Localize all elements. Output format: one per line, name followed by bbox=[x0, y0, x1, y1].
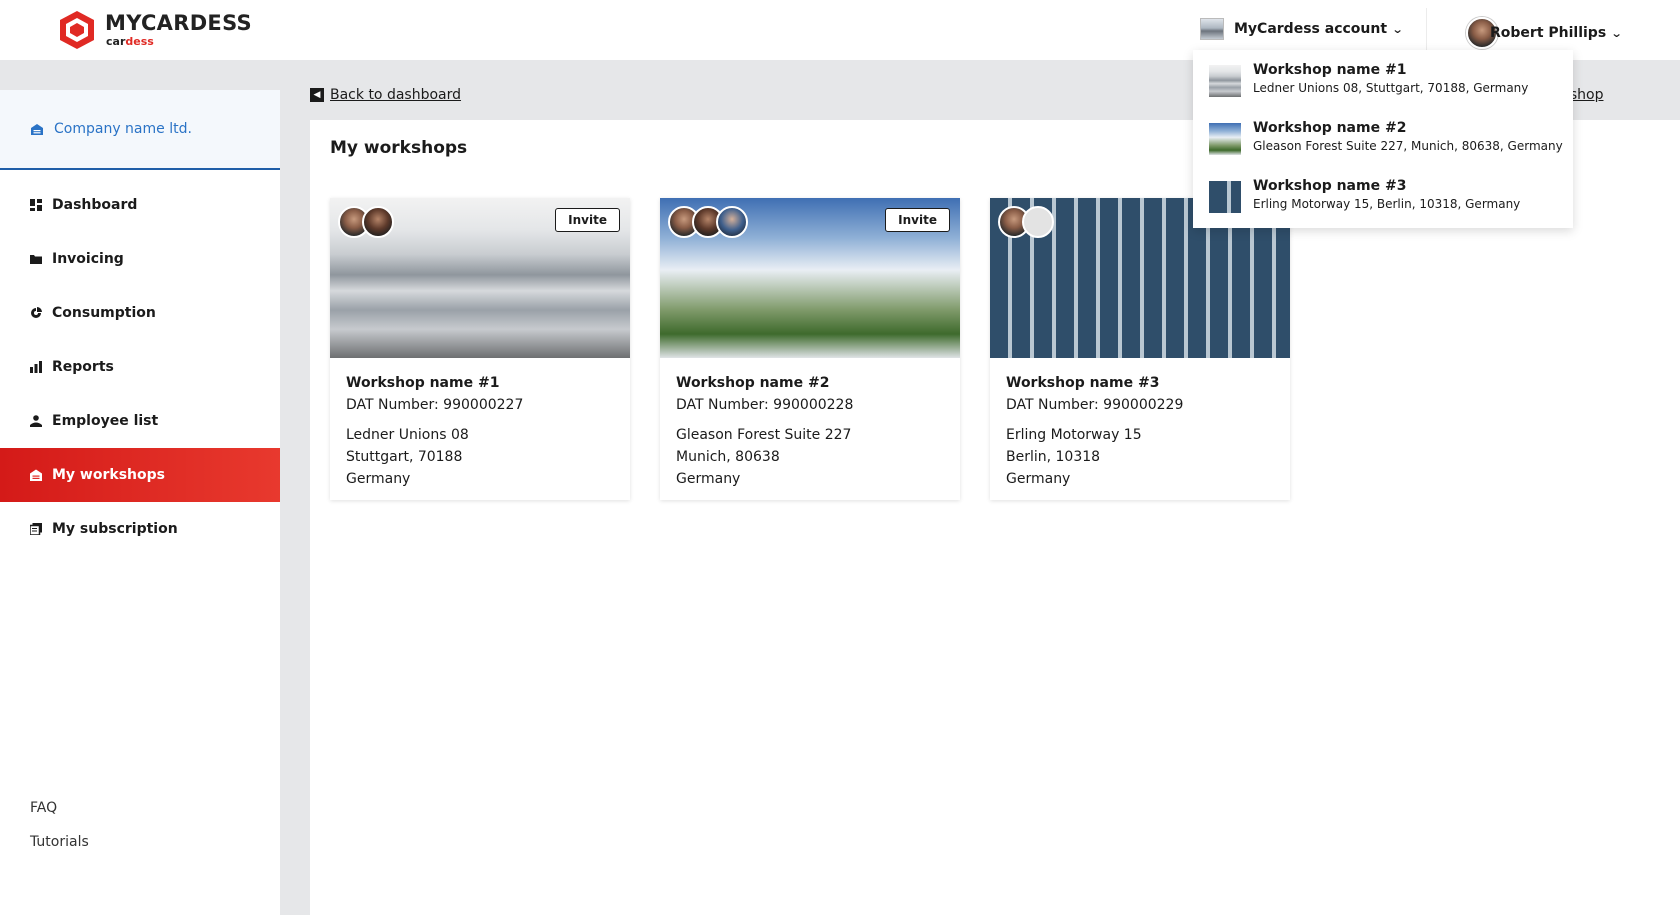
dropdown-workshop-name: Workshop name #1 bbox=[1253, 62, 1407, 78]
back-to-dashboard-link[interactable]: Back to dashboard bbox=[330, 87, 461, 103]
address-city: Stuttgart, 70188 bbox=[346, 449, 463, 465]
sidebar-item-invoicing[interactable]: Invoicing bbox=[0, 232, 280, 286]
garage-icon bbox=[31, 123, 43, 135]
header-divider bbox=[1426, 8, 1427, 52]
cardess-logo-icon bbox=[60, 11, 94, 49]
sidebar-item-label: Reports bbox=[52, 359, 114, 375]
workshop-image: Invite bbox=[330, 198, 630, 358]
dropdown-workshop-address: Ledner Unions 08, Stuttgart, 70188, Germ… bbox=[1253, 81, 1529, 95]
brand-name: MYCARDESS bbox=[105, 11, 252, 35]
address-city: Berlin, 10318 bbox=[1006, 449, 1101, 465]
dropdown-workshop-name: Workshop name #3 bbox=[1253, 178, 1407, 194]
workshop-name: Workshop name #2 bbox=[676, 375, 830, 391]
member-avatars bbox=[338, 206, 394, 238]
workshop-thumbnail bbox=[1209, 123, 1241, 155]
dropdown-item-workshop-3[interactable]: Workshop name #3 Erling Motorway 15, Ber… bbox=[1193, 174, 1573, 232]
account-menu-button[interactable]: MyCardess account ⌄ bbox=[1200, 18, 1404, 40]
account-dropdown: Workshop name #1 Ledner Unions 08, Stutt… bbox=[1193, 50, 1573, 228]
workshop-name: Workshop name #1 bbox=[346, 375, 500, 391]
member-avatars bbox=[668, 206, 748, 238]
sidebar-item-label: Dashboard bbox=[52, 197, 138, 213]
chevron-left-icon: ◀ bbox=[310, 88, 324, 102]
user-name: Robert Phillips bbox=[1490, 25, 1607, 41]
address-country: Germany bbox=[346, 471, 411, 487]
sidebar-item-label: Consumption bbox=[52, 305, 156, 321]
sidebar-item-label: Invoicing bbox=[52, 251, 124, 267]
brand-sub-b: dess bbox=[125, 35, 154, 48]
workshop-card[interactable]: Workshop name #3 DAT Number: 990000229 E… bbox=[990, 198, 1290, 500]
sidebar: Company name ltd. Dashboard Invoicing Co… bbox=[0, 90, 280, 915]
dat-number: DAT Number: 990000227 bbox=[346, 397, 524, 413]
company-selector[interactable]: Company name ltd. bbox=[0, 90, 280, 170]
chevron-down-icon: ⌄ bbox=[1610, 26, 1623, 40]
page-title: My workshops bbox=[330, 138, 468, 158]
workshop-cards: Invite Workshop name #1 DAT Number: 9900… bbox=[330, 198, 1320, 500]
account-thumbnail bbox=[1200, 18, 1224, 40]
address-street: Ledner Unions 08 bbox=[346, 427, 469, 443]
dropdown-workshop-address: Erling Motorway 15, Berlin, 10318, Germa… bbox=[1253, 197, 1521, 211]
workshop-card[interactable]: Invite Workshop name #1 DAT Number: 9900… bbox=[330, 198, 630, 500]
person-icon bbox=[30, 415, 42, 427]
sidebar-item-consumption[interactable]: Consumption bbox=[0, 286, 280, 340]
dropdown-item-workshop-2[interactable]: Workshop name #2 Gleason Forest Suite 22… bbox=[1193, 116, 1573, 174]
dropdown-workshop-address: Gleason Forest Suite 227, Munich, 80638,… bbox=[1253, 139, 1563, 153]
user-menu-button[interactable]: Robert Phillips ⌄ bbox=[1466, 17, 1623, 49]
faq-link[interactable]: FAQ bbox=[30, 800, 89, 816]
sidebar-nav: Dashboard Invoicing Consumption Reports … bbox=[0, 178, 280, 556]
bar-chart-icon bbox=[30, 361, 42, 373]
member-avatars bbox=[998, 206, 1054, 238]
invite-button[interactable]: Invite bbox=[885, 208, 950, 232]
folder-icon bbox=[30, 255, 42, 264]
avatar bbox=[362, 206, 394, 238]
subscription-icon bbox=[30, 523, 42, 535]
dat-number: DAT Number: 990000228 bbox=[676, 397, 854, 413]
brand-logo[interactable]: MYCARDESS cardess bbox=[58, 10, 252, 50]
sidebar-item-label: My subscription bbox=[52, 521, 178, 537]
sidebar-footer-links: FAQ Tutorials bbox=[30, 800, 89, 868]
address-country: Germany bbox=[676, 471, 741, 487]
workshop-image: Invite bbox=[660, 198, 960, 358]
sidebar-item-employee-list[interactable]: Employee list bbox=[0, 394, 280, 448]
brand-sub-a: car bbox=[106, 35, 126, 48]
avatar bbox=[716, 206, 748, 238]
company-name: Company name ltd. bbox=[54, 121, 192, 137]
sidebar-item-reports[interactable]: Reports bbox=[0, 340, 280, 394]
address-city: Munich, 80638 bbox=[676, 449, 780, 465]
workshop-card[interactable]: Invite Workshop name #2 DAT Number: 9900… bbox=[660, 198, 960, 500]
chevron-down-icon: ⌄ bbox=[1391, 22, 1404, 36]
address-street: Gleason Forest Suite 227 bbox=[676, 427, 852, 443]
dashboard-icon bbox=[30, 199, 42, 211]
sidebar-item-label: Employee list bbox=[52, 413, 159, 429]
tutorials-link[interactable]: Tutorials bbox=[30, 834, 89, 850]
workshop-thumbnail bbox=[1209, 181, 1241, 213]
garage-icon bbox=[30, 469, 42, 481]
sidebar-item-label: My workshops bbox=[52, 467, 165, 483]
consumption-icon bbox=[31, 307, 42, 318]
brand-subname: cardess bbox=[106, 36, 252, 47]
sidebar-item-my-subscription[interactable]: My subscription bbox=[0, 502, 280, 556]
invite-button[interactable]: Invite bbox=[555, 208, 620, 232]
account-label: MyCardess account bbox=[1234, 21, 1388, 37]
dropdown-workshop-name: Workshop name #2 bbox=[1253, 120, 1407, 136]
workshop-name: Workshop name #3 bbox=[1006, 375, 1160, 391]
main-panel: My workshops Invite Workshop name #1 DAT… bbox=[310, 120, 1680, 915]
avatar-placeholder-icon bbox=[1022, 206, 1054, 238]
dat-number: DAT Number: 990000229 bbox=[1006, 397, 1184, 413]
sidebar-item-my-workshops[interactable]: My workshops bbox=[0, 448, 280, 502]
sidebar-item-dashboard[interactable]: Dashboard bbox=[0, 178, 280, 232]
workshop-thumbnail bbox=[1209, 65, 1241, 97]
address-country: Germany bbox=[1006, 471, 1071, 487]
back-to-dashboard[interactable]: ◀ Back to dashboard bbox=[310, 87, 461, 103]
dropdown-item-workshop-1[interactable]: Workshop name #1 Ledner Unions 08, Stutt… bbox=[1193, 58, 1573, 116]
address-street: Erling Motorway 15 bbox=[1006, 427, 1142, 443]
